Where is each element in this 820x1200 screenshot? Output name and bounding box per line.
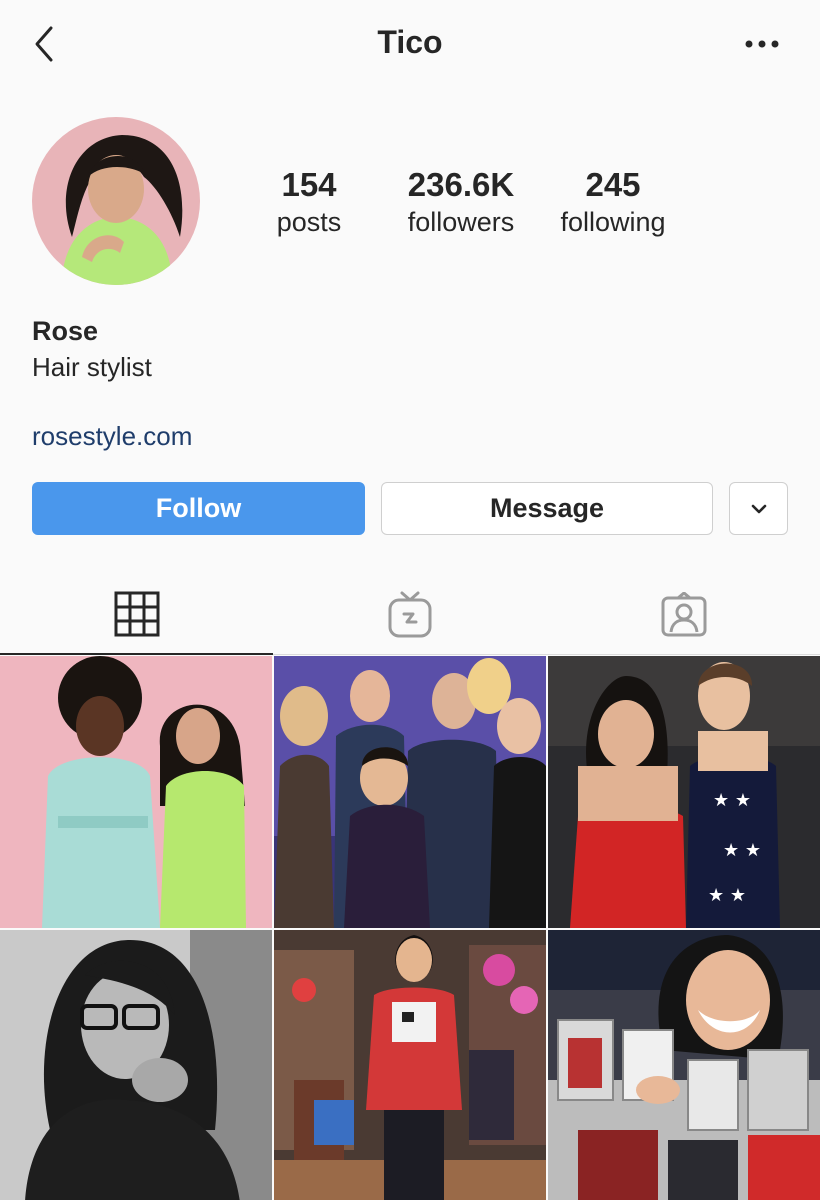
profile-tabs <box>0 575 820 655</box>
post-thumbnail[interactable]: ★ ★ ★ ★ ★ ★ <box>548 656 820 928</box>
followers-label: followers <box>407 207 515 237</box>
message-button[interactable]: Message <box>381 482 713 535</box>
page-title: Tico <box>377 24 443 60</box>
post-thumbnail[interactable] <box>0 930 272 1200</box>
tab-posts-grid[interactable] <box>0 575 273 655</box>
posts-label: posts <box>276 207 342 237</box>
svg-text:★ ★: ★ ★ <box>713 790 751 811</box>
avatar[interactable] <box>32 117 200 285</box>
following-label: following <box>560 207 666 237</box>
followers-stat[interactable]: 236.6K followers <box>392 166 530 240</box>
ellipsis-icon <box>745 40 779 48</box>
posts-count: 154 <box>281 166 337 203</box>
posts-stat[interactable]: 154 posts <box>262 166 356 240</box>
tagged-icon <box>661 592 706 637</box>
tab-tagged[interactable] <box>547 575 820 655</box>
post-thumbnail[interactable] <box>274 656 546 928</box>
top-bar: Tico <box>0 0 820 90</box>
profile-name: Rose <box>32 316 99 346</box>
suggested-accounts-button[interactable] <box>729 482 788 535</box>
posts-grid: ★ ★ ★ ★ ★ ★ <box>0 656 820 1200</box>
post-thumbnail[interactable] <box>274 930 546 1200</box>
following-count: 245 <box>585 166 641 203</box>
svg-text:★ ★: ★ ★ <box>723 840 761 861</box>
more-options-button[interactable] <box>742 30 782 58</box>
followers-count: 236.6K <box>407 166 515 203</box>
website-link[interactable]: rosestyle.com <box>32 421 192 452</box>
profile-bio: Hair stylist <box>32 352 152 382</box>
svg-text:★ ★: ★ ★ <box>708 885 746 906</box>
chevron-down-icon <box>751 504 766 513</box>
following-stat[interactable]: 245 following <box>548 166 678 240</box>
post-thumbnail[interactable] <box>548 930 820 1200</box>
tab-igtv[interactable] <box>273 575 546 655</box>
follow-button[interactable]: Follow <box>32 482 365 535</box>
igtv-icon <box>388 591 431 638</box>
grid-icon <box>114 591 159 637</box>
post-thumbnail[interactable] <box>0 656 272 928</box>
